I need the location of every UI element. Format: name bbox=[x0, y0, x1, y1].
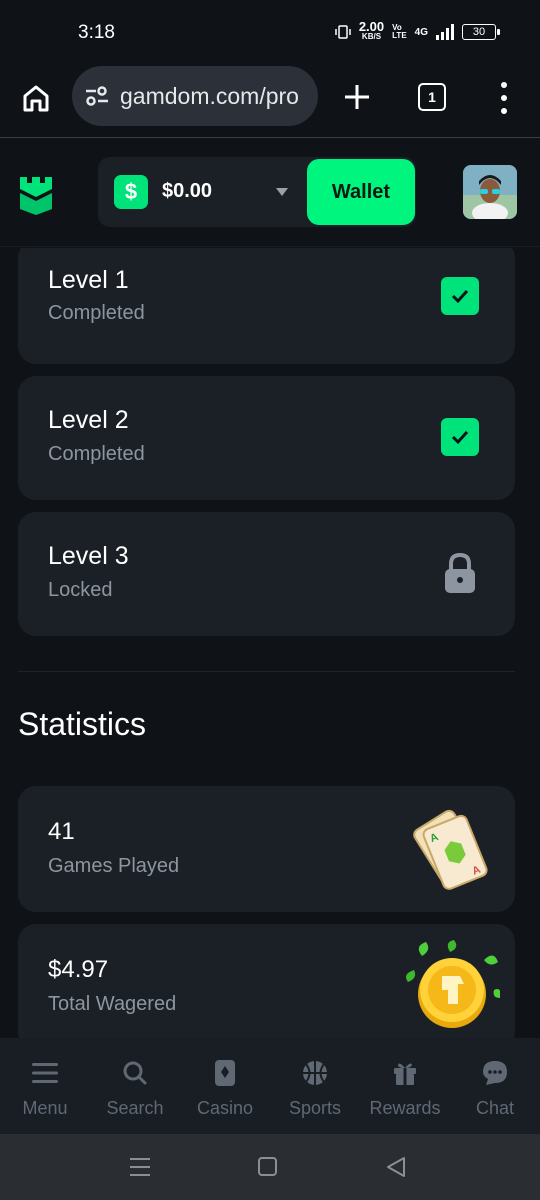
level-status: Completed bbox=[48, 302, 145, 324]
basketball-icon bbox=[300, 1058, 330, 1088]
chat-icon bbox=[480, 1058, 510, 1088]
vibrate-icon bbox=[335, 25, 351, 39]
home-system-icon[interactable] bbox=[254, 1154, 282, 1180]
lock-icon bbox=[445, 552, 475, 593]
level-title: Level 1 bbox=[48, 266, 129, 294]
casino-icon bbox=[210, 1058, 240, 1088]
nav-menu[interactable]: Menu bbox=[0, 1038, 90, 1134]
home-icon bbox=[23, 85, 49, 112]
search-icon bbox=[120, 1058, 150, 1088]
volte-indicator: Vo LTE bbox=[392, 23, 407, 40]
plus-icon bbox=[345, 85, 369, 109]
nav-label: Chat bbox=[475, 1098, 515, 1118]
browser-toolbar: gamdom.com/pro 1 bbox=[0, 64, 540, 138]
nav-search[interactable]: Search bbox=[90, 1038, 180, 1134]
level-title: Level 2 bbox=[48, 406, 129, 434]
dollar-icon: $ bbox=[114, 175, 148, 209]
net-speed: 2.00 KB/S bbox=[358, 19, 385, 41]
nav-sports[interactable]: Sports bbox=[270, 1038, 360, 1134]
network-type: 4G bbox=[414, 26, 428, 38]
nav-label: Sports bbox=[288, 1098, 342, 1118]
balance-box[interactable]: $ $0.00 Wallet bbox=[98, 157, 416, 227]
more-options-icon[interactable] bbox=[496, 82, 512, 114]
status-icons: 2.00 KB/S Vo LTE 4G 30 bbox=[335, 19, 500, 42]
menu-icon bbox=[30, 1058, 60, 1088]
balance-amount: $0.00 bbox=[162, 180, 213, 202]
nav-rewards[interactable]: Rewards bbox=[360, 1038, 450, 1134]
gamdom-logo[interactable] bbox=[16, 169, 56, 215]
nav-label: Menu bbox=[22, 1098, 68, 1118]
home-button[interactable] bbox=[20, 82, 52, 114]
stat-card-games-played: 41 Games Played A A bbox=[18, 786, 515, 912]
clock: 3:18 bbox=[78, 22, 115, 43]
gold-coin-icon bbox=[406, 940, 500, 1028]
battery-icon: 30 bbox=[462, 24, 500, 40]
level-status: Locked bbox=[48, 579, 113, 601]
nav-casino[interactable]: Casino bbox=[180, 1038, 270, 1134]
level-status: Completed bbox=[48, 443, 145, 465]
nav-label: Search bbox=[106, 1098, 164, 1118]
check-icon bbox=[441, 418, 479, 456]
recent-apps-icon[interactable] bbox=[126, 1154, 154, 1180]
system-navigation-bar bbox=[0, 1134, 540, 1200]
divider bbox=[18, 671, 515, 672]
site-header: $ $0.00 Wallet bbox=[0, 139, 540, 247]
gift-icon bbox=[390, 1058, 420, 1088]
stat-value: 41 bbox=[48, 818, 75, 845]
signal-icon bbox=[436, 24, 454, 40]
wallet-button[interactable]: Wallet bbox=[307, 159, 415, 225]
stat-value: $4.97 bbox=[48, 956, 109, 983]
back-icon[interactable] bbox=[382, 1154, 410, 1180]
level-card: Level 1 Completed bbox=[18, 248, 515, 364]
nav-label: Rewards bbox=[369, 1098, 441, 1118]
status-bar: 3:18 2.00 KB/S Vo LTE 4G 30 bbox=[0, 0, 540, 64]
check-icon bbox=[441, 277, 479, 315]
bottom-navigation: Menu Search Casino Sports Rewards Chat bbox=[0, 1038, 540, 1134]
new-tab-button[interactable] bbox=[340, 80, 374, 114]
nav-label: Casino bbox=[196, 1098, 254, 1118]
statistics-heading: Statistics bbox=[18, 706, 147, 742]
address-bar[interactable]: gamdom.com/pro bbox=[72, 66, 318, 126]
stat-card-total-wagered: $4.97 Total Wagered bbox=[18, 924, 515, 1038]
currency-dropdown-icon[interactable] bbox=[276, 188, 288, 196]
playing-cards-icon: A A bbox=[413, 809, 488, 890]
url-text: gamdom.com/pro bbox=[120, 82, 299, 109]
stat-label: Total Wagered bbox=[48, 993, 177, 1015]
site-settings-icon[interactable] bbox=[84, 85, 110, 107]
level-card: Level 3 Locked bbox=[18, 512, 515, 636]
nav-chat[interactable]: Chat bbox=[450, 1038, 540, 1134]
avatar[interactable] bbox=[463, 165, 517, 219]
level-title: Level 3 bbox=[48, 542, 129, 570]
tab-switcher-button[interactable]: 1 bbox=[418, 83, 446, 111]
main-content: Level 1 Completed Level 2 Completed Leve… bbox=[0, 248, 540, 1038]
stat-label: Games Played bbox=[48, 855, 180, 877]
level-card: Level 2 Completed bbox=[18, 376, 515, 500]
